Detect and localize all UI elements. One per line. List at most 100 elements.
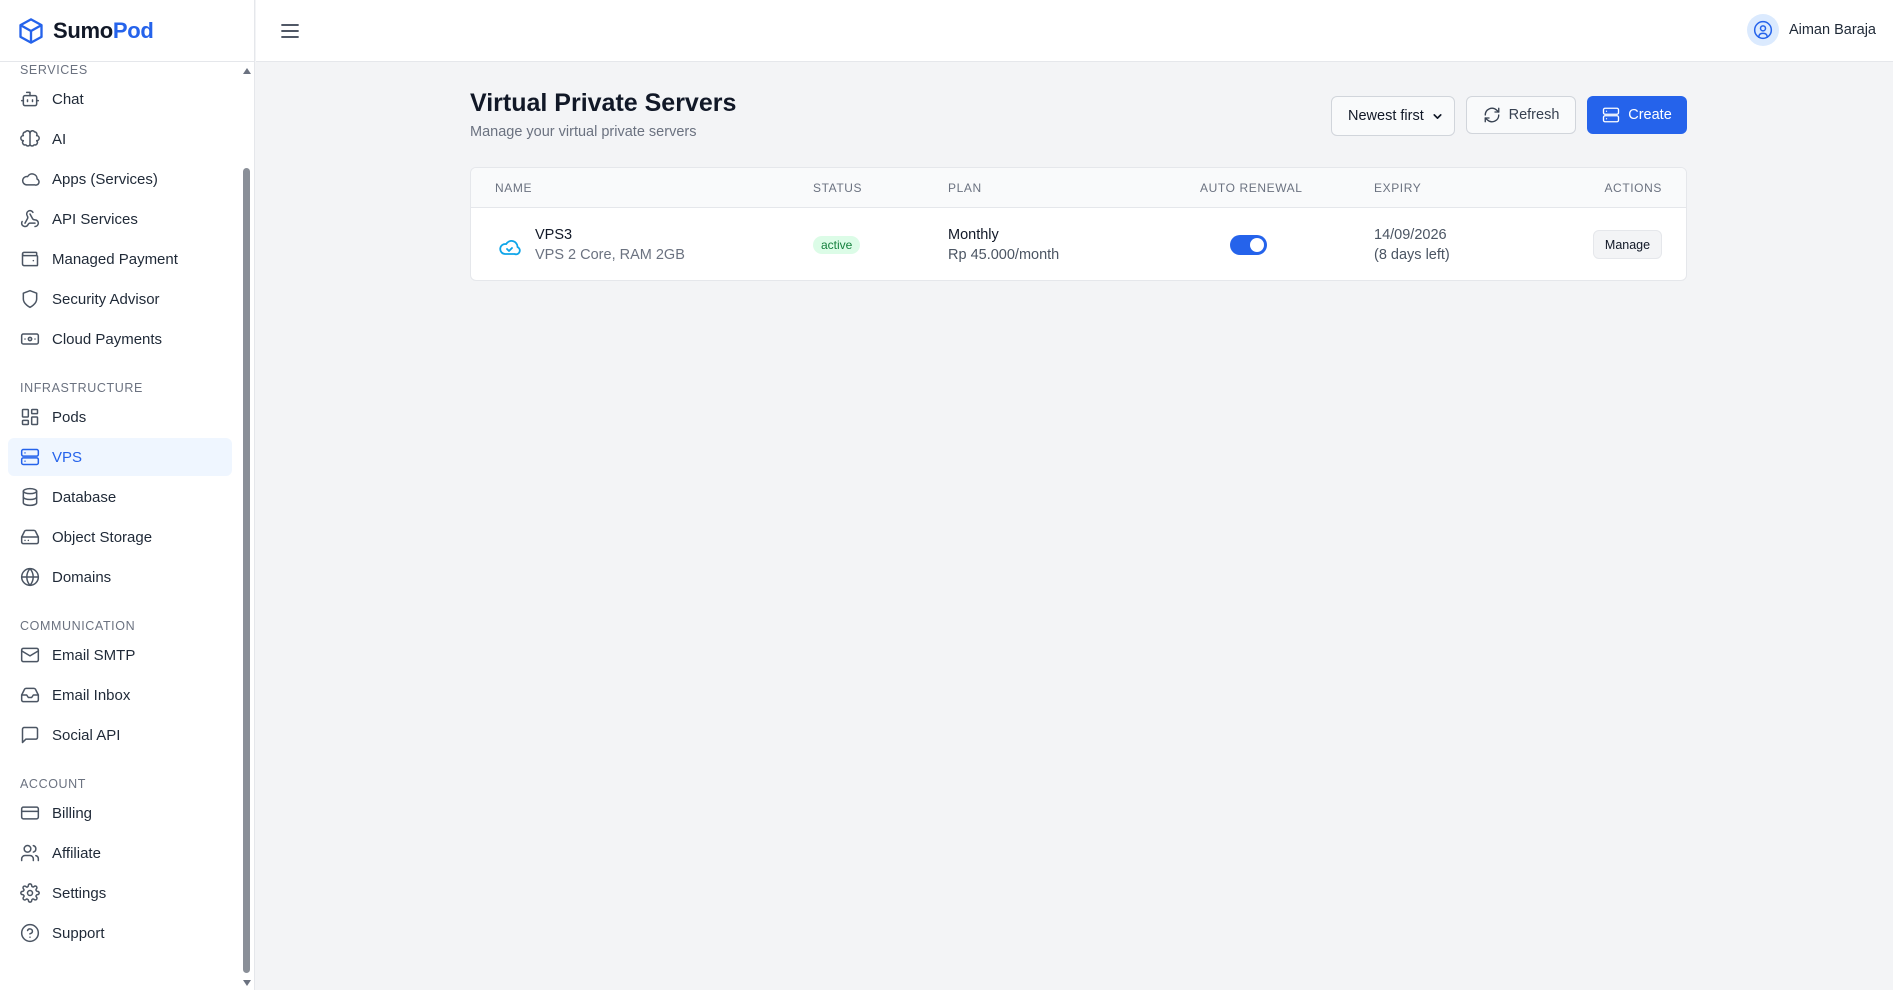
vps-name[interactable]: VPS3 xyxy=(535,227,572,243)
vps-spec: VPS 2 Core, RAM 2GB xyxy=(535,247,685,263)
refresh-icon xyxy=(1484,107,1500,123)
user-name: Aiman Baraja xyxy=(1788,22,1876,38)
sidebar-item-label: Security Advisor xyxy=(52,290,160,308)
sidebar-item-label: Email SMTP xyxy=(52,646,136,664)
auto-renewal-toggle[interactable] xyxy=(1230,235,1267,255)
sidebar-nav: SERVICES Chat AI Apps (Services) API Ser… xyxy=(0,62,240,990)
sidebar-item-email-inbox[interactable]: Email Inbox xyxy=(8,676,232,714)
sidebar-item-label: Cloud Payments xyxy=(52,330,163,348)
wallet-icon xyxy=(20,249,40,269)
sidebar-item-domains[interactable]: Domains xyxy=(8,558,232,596)
sidebar-scrollbar[interactable] xyxy=(240,62,254,990)
expiry-days-left: (8 days left) xyxy=(1374,247,1450,263)
shield-icon xyxy=(20,289,40,309)
webhook-icon xyxy=(20,209,40,229)
sidebar-item-label: Chat xyxy=(52,90,84,108)
page-subtitle: Manage your virtual private servers xyxy=(470,124,697,140)
section-title-infrastructure: INFRASTRUCTURE xyxy=(20,381,143,395)
column-header-status[interactable]: STATUS xyxy=(813,168,862,208)
sidebar-item-object-storage[interactable]: Object Storage xyxy=(8,518,232,556)
section-title-communication: COMMUNICATION xyxy=(20,619,136,633)
sidebar-item-api-services[interactable]: API Services xyxy=(8,200,232,238)
sidebar-item-chat[interactable]: Chat xyxy=(8,80,232,118)
menu-icon[interactable] xyxy=(278,19,302,43)
user-menu[interactable]: Aiman Baraja xyxy=(1746,14,1876,46)
users-icon xyxy=(20,843,40,863)
sidebar-item-label: AI xyxy=(52,130,67,148)
sidebar-item-apps-services[interactable]: Apps (Services) xyxy=(8,160,232,198)
refresh-label: Refresh xyxy=(1508,107,1560,123)
server-icon xyxy=(20,447,40,467)
expiry-date: 14/09/2026 xyxy=(1374,227,1447,243)
sidebar-item-database[interactable]: Database xyxy=(8,478,232,516)
inbox-icon xyxy=(20,685,40,705)
sidebar-item-label: VPS xyxy=(52,448,83,466)
grid-icon xyxy=(20,407,40,427)
page-title: Virtual Private Servers xyxy=(470,89,737,117)
cube-icon xyxy=(19,17,43,44)
top-bar: Aiman Baraja xyxy=(256,0,1893,62)
brand-logo[interactable]: SumoPod xyxy=(0,0,254,62)
sidebar-item-managed-payment[interactable]: Managed Payment xyxy=(8,240,232,278)
sidebar-item-label: Billing xyxy=(52,804,93,822)
sidebar-item-label: Affiliate xyxy=(52,844,101,862)
sidebar-item-affiliate[interactable]: Affiliate xyxy=(8,834,232,872)
sort-select[interactable]: Newest first xyxy=(1331,96,1455,136)
create-button[interactable]: Create xyxy=(1587,96,1687,134)
credit-card-icon xyxy=(20,803,40,823)
sidebar: SumoPod SERVICES Chat AI Apps (Services)… xyxy=(0,0,255,990)
sidebar-item-label: Database xyxy=(52,488,117,506)
sidebar-item-billing[interactable]: Billing xyxy=(8,794,232,832)
sidebar-item-label: Domains xyxy=(52,568,112,586)
cloud-icon xyxy=(499,240,521,256)
scroll-thumb[interactable] xyxy=(243,168,250,973)
sidebar-item-label: Social API xyxy=(52,726,121,744)
message-square-icon xyxy=(20,725,40,745)
globe-icon xyxy=(20,567,40,587)
sidebar-item-pods[interactable]: Pods xyxy=(8,398,232,436)
cloud-icon xyxy=(20,169,40,189)
sort-selected-value: Newest first xyxy=(1348,108,1424,124)
chevron-down-icon xyxy=(1433,114,1442,119)
refresh-button[interactable]: Refresh xyxy=(1466,96,1576,134)
section-title-services: SERVICES xyxy=(20,63,88,77)
sidebar-item-label: Pods xyxy=(52,408,87,426)
sidebar-item-social-api[interactable]: Social API xyxy=(8,716,232,754)
sidebar-item-security-advisor[interactable]: Security Advisor xyxy=(8,280,232,318)
section-title-account: ACCOUNT xyxy=(20,777,87,791)
brain-icon xyxy=(20,129,40,149)
column-header-actions: ACTIONS xyxy=(1604,181,1662,195)
sidebar-item-label: Email Inbox xyxy=(52,686,131,704)
column-header-expiry[interactable]: EXPIRY xyxy=(1374,168,1421,208)
sidebar-item-label: Object Storage xyxy=(52,528,153,546)
table-header: NAME STATUS PLAN AUTO RENEWAL EXPIRY ACT… xyxy=(471,168,1686,208)
plan-price: Rp 45.000/month xyxy=(948,247,1060,263)
column-header-plan[interactable]: PLAN xyxy=(948,168,982,208)
help-circle-icon xyxy=(20,923,40,943)
mail-icon xyxy=(20,645,40,665)
column-header-auto-renewal[interactable]: AUTO RENEWAL xyxy=(1200,168,1303,208)
plan-name: Monthly xyxy=(948,227,999,243)
avatar xyxy=(1746,14,1779,46)
sidebar-item-label: API Services xyxy=(52,210,138,228)
column-header-name[interactable]: NAME xyxy=(495,168,532,208)
user-circle-icon xyxy=(1753,20,1773,40)
manage-button[interactable]: Manage xyxy=(1593,230,1662,259)
main-content: Virtual Private Servers Manage your virt… xyxy=(256,63,1893,990)
scroll-down-arrow[interactable] xyxy=(243,980,251,986)
sidebar-item-cloud-payments[interactable]: Cloud Payments xyxy=(8,320,232,358)
sidebar-item-support[interactable]: Support xyxy=(8,914,232,952)
banknote-icon xyxy=(20,329,40,349)
scroll-up-arrow[interactable] xyxy=(243,68,251,74)
sidebar-item-email-smtp[interactable]: Email SMTP xyxy=(8,636,232,674)
sidebar-item-ai[interactable]: AI xyxy=(8,120,232,158)
sidebar-item-vps[interactable]: VPS xyxy=(8,438,232,476)
status-badge: active xyxy=(813,236,861,254)
brand-name: SumoPod xyxy=(53,17,154,43)
server-icon xyxy=(1603,107,1620,123)
sidebar-item-settings[interactable]: Settings xyxy=(8,874,232,912)
gear-icon xyxy=(20,883,40,903)
database-icon xyxy=(20,487,40,507)
table-row: VPS3 VPS 2 Core, RAM 2GB active Monthly … xyxy=(471,208,1686,280)
bot-icon xyxy=(20,89,40,109)
